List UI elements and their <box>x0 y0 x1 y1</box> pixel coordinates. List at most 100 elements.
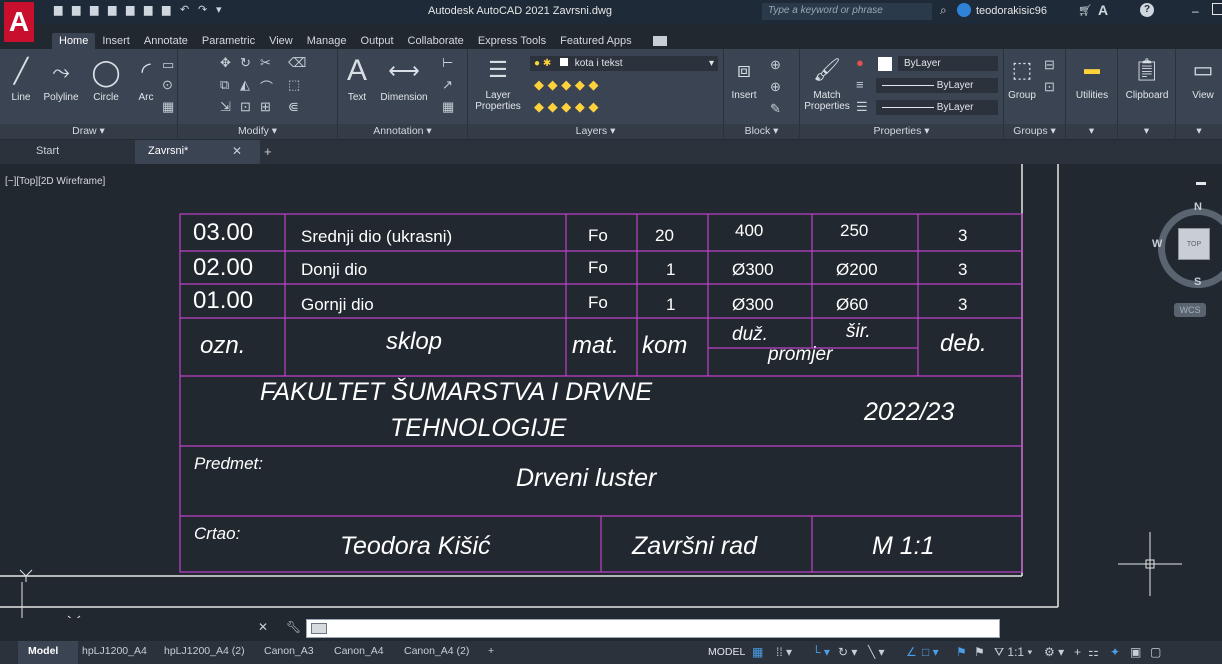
scale-icon[interactable]: ⊡ <box>240 99 251 115</box>
fillet-icon[interactable]: ⌒ <box>260 77 273 96</box>
leader-icon[interactable]: ⊢ <box>442 55 453 71</box>
search-icon[interactable]: ⌕ <box>940 3 947 18</box>
tab-home[interactable]: Home <box>52 33 96 49</box>
polyline-tool[interactable]: ⤳ Polyline <box>38 55 84 103</box>
hatch-icon[interactable]: ▦ <box>162 99 174 115</box>
isolate-objects-icon[interactable]: ▣ <box>1130 645 1141 659</box>
annotation-panel-label[interactable]: Annotation ▾ <box>338 124 467 139</box>
object-snap-tracking-icon[interactable]: ∠ <box>906 645 917 659</box>
move-icon[interactable]: ✥ <box>220 55 231 71</box>
layer-properties-tool[interactable]: ☰ Layer Properties <box>472 53 524 112</box>
table-icon[interactable]: ▦ <box>442 99 454 115</box>
text-tool[interactable]: A Text <box>342 53 372 103</box>
cart-icon[interactable]: 🛒︎ <box>1078 4 1092 17</box>
color-wheel-icon[interactable]: ● <box>856 55 864 70</box>
offset-icon[interactable]: ⋐ <box>288 99 299 115</box>
save-icon[interactable]: ▆ <box>90 4 102 16</box>
draw-panel-label[interactable]: Draw ▾ <box>0 124 177 139</box>
add-layout-icon[interactable]: + <box>488 645 494 657</box>
plot-icon[interactable]: ▆ <box>126 4 138 16</box>
autodesk-account-icon[interactable]: A <box>1098 2 1108 18</box>
tab-parametric[interactable]: Parametric <box>195 33 262 49</box>
clipboard-tool[interactable]: 📋︎ Clipboard <box>1120 53 1174 101</box>
search-input[interactable]: Type a keyword or phrase <box>762 3 932 20</box>
color-dropdown[interactable]: ByLayer <box>898 56 998 71</box>
utilities-panel-dropdown[interactable]: ▾ <box>1066 124 1117 139</box>
save-as-icon[interactable]: ▆ <box>108 4 120 16</box>
tab-annotate[interactable]: Annotate <box>137 33 195 49</box>
annotation-autoscale-icon[interactable]: ⚑ <box>974 645 985 659</box>
tab-insert[interactable]: Insert <box>95 33 137 49</box>
polar-icon[interactable]: ↻ ▾ <box>838 645 857 659</box>
layout-tab-canon-a4-2[interactable]: Canon_A4 (2) <box>404 645 469 657</box>
layer-tools-row1-icon[interactable]: ◆ ◆ ◆ ◆ ◆ <box>534 77 598 93</box>
annotation-visibility-icon[interactable]: ⚑ <box>956 645 967 659</box>
annotation-scale-icon[interactable]: ⛛ 1:1 ▾ <box>994 645 1032 660</box>
layout-tab-model[interactable]: Model <box>28 645 58 657</box>
layer-tools-row2-icon[interactable]: ◆ ◆ ◆ ◆ ◆ <box>534 99 598 115</box>
clipboard-panel-dropdown[interactable]: ▾ <box>1118 124 1175 139</box>
properties-panel-label[interactable]: Properties ▾ <box>800 124 1003 139</box>
customize-qat-icon[interactable]: ▾ <box>216 4 228 16</box>
edit-block-icon[interactable]: ⊕ <box>770 79 781 95</box>
user-icon[interactable] <box>957 3 971 17</box>
tab-express-tools[interactable]: Express Tools <box>471 33 553 49</box>
block-attribute-icon[interactable]: ✎ <box>770 101 781 117</box>
match-properties-tool[interactable]: 🖌︎ Match Properties <box>802 53 852 112</box>
line-tool[interactable]: ╱ Line <box>6 55 36 103</box>
minimize-icon[interactable]: – <box>1192 4 1199 18</box>
undo-icon[interactable]: ↶ <box>180 4 192 16</box>
command-history-icon[interactable] <box>311 623 327 634</box>
close-icon[interactable]: ✕ <box>258 620 268 634</box>
maximize-icon[interactable] <box>1212 3 1222 15</box>
trim-icon[interactable]: ✂ <box>260 55 271 71</box>
wrench-icon[interactable]: 🔧︎ <box>286 620 301 634</box>
ellipse-icon[interactable]: ⊙ <box>162 77 173 93</box>
help-icon[interactable]: ? <box>1140 3 1154 17</box>
ribbon-toggle-icon[interactable] <box>652 36 667 46</box>
snap-icon[interactable]: ⁞⁞ ▾ <box>776 645 792 659</box>
isodraft-icon[interactable]: ╲ ▾ <box>868 645 885 659</box>
wcs-menu[interactable]: WCS <box>1174 303 1206 317</box>
hardware-acceleration-icon[interactable]: ✦ <box>1110 645 1120 659</box>
tab-manage[interactable]: Manage <box>300 33 354 49</box>
tab-collaborate[interactable]: Collaborate <box>401 33 471 49</box>
tab-featured-apps[interactable]: Featured Apps <box>553 33 639 49</box>
group-edit-icon[interactable]: ⊡ <box>1044 79 1055 95</box>
stretch-icon[interactable]: ⇲ <box>220 99 231 115</box>
open-file-icon[interactable]: ▆ <box>72 4 84 16</box>
viewcube-west[interactable]: W <box>1152 238 1162 250</box>
layout-tab-canon-a3[interactable]: Canon_A3 <box>264 645 314 657</box>
layout-tab-hplj1200-a4-2[interactable]: hpLJ1200_A4 (2) <box>164 645 245 657</box>
copy-icon[interactable]: ⧉ <box>220 77 229 93</box>
explode-icon[interactable]: ⬚ <box>288 77 300 93</box>
print-icon[interactable]: ▆ <box>162 4 174 16</box>
app-logo[interactable]: A <box>4 2 34 42</box>
tab-output[interactable]: Output <box>354 33 401 49</box>
publish-icon[interactable]: ▆ <box>144 4 156 16</box>
modify-panel-label[interactable]: Modify ▾ <box>178 124 337 139</box>
ungroup-icon[interactable]: ⊟ <box>1044 57 1055 73</box>
viewport-controls-label[interactable]: [−][Top][2D Wireframe] <box>5 176 105 187</box>
plus-icon[interactable]: + <box>1074 645 1081 659</box>
workspace-gear-icon[interactable]: ⚙ ▾ <box>1044 645 1064 659</box>
view-tool[interactable]: ▭ View <box>1184 53 1222 101</box>
units-icon[interactable]: ⚏ <box>1088 645 1099 659</box>
tab-view[interactable]: View <box>262 33 300 49</box>
view-panel-dropdown[interactable]: ▾ <box>1176 124 1222 139</box>
insert-block-tool[interactable]: ⧈ Insert <box>726 53 762 101</box>
redo-icon[interactable]: ↷ <box>198 4 210 16</box>
layout-tab-canon-a4[interactable]: Canon_A4 <box>334 645 384 657</box>
drawing-viewport[interactable]: [−][Top][2D Wireframe] 03.00 Srednji dio… <box>0 164 1222 618</box>
linetype-icon[interactable]: ☰ <box>856 99 868 115</box>
circle-tool[interactable]: ◯ Circle <box>88 55 124 103</box>
rotate-icon[interactable]: ↻ <box>240 55 251 71</box>
object-snap-icon[interactable]: □ ▾ <box>922 645 939 659</box>
command-input[interactable] <box>306 619 1000 638</box>
multileader-icon[interactable]: ↗ <box>442 77 453 93</box>
viewcube-south[interactable]: S <box>1194 276 1201 288</box>
group-tool[interactable]: ⬚ Group <box>1004 53 1040 101</box>
mirror-icon[interactable]: ◭ <box>240 77 250 93</box>
grid-icon[interactable]: ▦ <box>752 645 763 659</box>
arc-tool[interactable]: ◜ Arc <box>134 55 158 103</box>
